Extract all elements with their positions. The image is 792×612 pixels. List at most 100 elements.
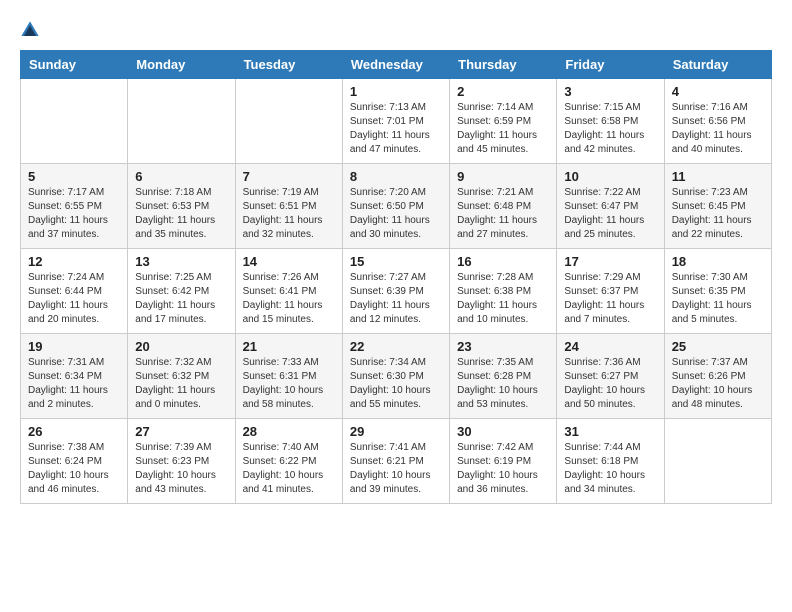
day-info: Sunrise: 7:15 AM Sunset: 6:58 PM Dayligh… — [564, 101, 656, 157]
day-info: Sunrise: 7:18 AM Sunset: 6:53 PM Dayligh… — [135, 186, 227, 242]
calendar-cell: 28 Sunrise: 7:40 AM Sunset: 6:22 PM Dayli… — [235, 419, 342, 504]
calendar-cell: 1 Sunrise: 7:13 AM Sunset: 7:01 PM Daylig… — [342, 79, 449, 164]
calendar-cell: 16 Sunrise: 7:28 AM Sunset: 6:38 PM Dayli… — [450, 249, 557, 334]
day-info: Sunrise: 7:28 AM Sunset: 6:38 PM Dayligh… — [457, 271, 549, 327]
day-info: Sunrise: 7:17 AM Sunset: 6:55 PM Dayligh… — [28, 186, 120, 242]
day-info: Sunrise: 7:26 AM Sunset: 6:41 PM Dayligh… — [243, 271, 335, 327]
day-info: Sunrise: 7:27 AM Sunset: 6:39 PM Dayligh… — [350, 271, 442, 327]
logo-icon — [20, 20, 40, 40]
day-number: 8 — [350, 169, 442, 184]
day-number: 22 — [350, 339, 442, 354]
calendar-table: SundayMondayTuesdayWednesdayThursdayFrid… — [20, 50, 772, 504]
calendar-cell: 7 Sunrise: 7:19 AM Sunset: 6:51 PM Daylig… — [235, 164, 342, 249]
day-info: Sunrise: 7:31 AM Sunset: 6:34 PM Dayligh… — [28, 356, 120, 412]
calendar-cell: 23 Sunrise: 7:35 AM Sunset: 6:28 PM Dayli… — [450, 334, 557, 419]
calendar-cell — [664, 419, 771, 504]
day-number: 14 — [243, 254, 335, 269]
day-number: 6 — [135, 169, 227, 184]
calendar-cell: 26 Sunrise: 7:38 AM Sunset: 6:24 PM Dayli… — [21, 419, 128, 504]
day-info: Sunrise: 7:25 AM Sunset: 6:42 PM Dayligh… — [135, 271, 227, 327]
calendar-cell: 25 Sunrise: 7:37 AM Sunset: 6:26 PM Dayli… — [664, 334, 771, 419]
calendar-cell: 4Sunrise: 7:16 AM Sunset: 6:56 PM Daylig… — [664, 79, 771, 164]
day-number: 9 — [457, 169, 549, 184]
day-info: Sunrise: 7:20 AM Sunset: 6:50 PM Dayligh… — [350, 186, 442, 242]
calendar-week-row: 1 Sunrise: 7:13 AM Sunset: 7:01 PM Daylig… — [21, 79, 772, 164]
calendar-cell: 22 Sunrise: 7:34 AM Sunset: 6:30 PM Dayli… — [342, 334, 449, 419]
calendar-cell — [21, 79, 128, 164]
calendar-cell: 12Sunrise: 7:24 AM Sunset: 6:44 PM Dayli… — [21, 249, 128, 334]
day-number: 17 — [564, 254, 656, 269]
day-number: 11 — [672, 169, 764, 184]
day-info: Sunrise: 7:32 AM Sunset: 6:32 PM Dayligh… — [135, 356, 227, 412]
day-number: 28 — [243, 424, 335, 439]
day-info: Sunrise: 7:14 AM Sunset: 6:59 PM Dayligh… — [457, 101, 549, 157]
day-info: Sunrise: 7:36 AM Sunset: 6:27 PM Dayligh… — [564, 356, 656, 412]
day-info: Sunrise: 7:24 AM Sunset: 6:44 PM Dayligh… — [28, 271, 120, 327]
calendar-cell: 19 Sunrise: 7:31 AM Sunset: 6:34 PM Dayli… — [21, 334, 128, 419]
day-header-monday: Monday — [128, 51, 235, 79]
calendar-week-row: 12Sunrise: 7:24 AM Sunset: 6:44 PM Dayli… — [21, 249, 772, 334]
calendar-cell: 11Sunrise: 7:23 AM Sunset: 6:45 PM Dayli… — [664, 164, 771, 249]
calendar-cell: 15 Sunrise: 7:27 AM Sunset: 6:39 PM Dayli… — [342, 249, 449, 334]
day-number: 7 — [243, 169, 335, 184]
calendar-cell: 31 Sunrise: 7:44 AM Sunset: 6:18 PM Dayli… — [557, 419, 664, 504]
calendar-cell: 3 Sunrise: 7:15 AM Sunset: 6:58 PM Daylig… — [557, 79, 664, 164]
day-info: Sunrise: 7:13 AM Sunset: 7:01 PM Dayligh… — [350, 101, 442, 157]
day-number: 4 — [672, 84, 764, 99]
day-number: 15 — [350, 254, 442, 269]
day-info: Sunrise: 7:39 AM Sunset: 6:23 PM Dayligh… — [135, 441, 227, 497]
day-number: 3 — [564, 84, 656, 99]
day-number: 24 — [564, 339, 656, 354]
logo — [20, 20, 44, 40]
day-header-friday: Friday — [557, 51, 664, 79]
calendar-cell — [128, 79, 235, 164]
day-number: 29 — [350, 424, 442, 439]
day-info: Sunrise: 7:37 AM Sunset: 6:26 PM Dayligh… — [672, 356, 764, 412]
calendar-cell: 24 Sunrise: 7:36 AM Sunset: 6:27 PM Dayli… — [557, 334, 664, 419]
day-number: 10 — [564, 169, 656, 184]
calendar-cell: 6 Sunrise: 7:18 AM Sunset: 6:53 PM Daylig… — [128, 164, 235, 249]
day-info: Sunrise: 7:38 AM Sunset: 6:24 PM Dayligh… — [28, 441, 120, 497]
calendar-cell: 29 Sunrise: 7:41 AM Sunset: 6:21 PM Dayli… — [342, 419, 449, 504]
day-header-saturday: Saturday — [664, 51, 771, 79]
calendar-cell: 30Sunrise: 7:42 AM Sunset: 6:19 PM Dayli… — [450, 419, 557, 504]
day-info: Sunrise: 7:44 AM Sunset: 6:18 PM Dayligh… — [564, 441, 656, 497]
calendar-cell: 17Sunrise: 7:29 AM Sunset: 6:37 PM Dayli… — [557, 249, 664, 334]
day-number: 18 — [672, 254, 764, 269]
calendar-cell: 2 Sunrise: 7:14 AM Sunset: 6:59 PM Daylig… — [450, 79, 557, 164]
day-number: 25 — [672, 339, 764, 354]
day-number: 19 — [28, 339, 120, 354]
day-header-sunday: Sunday — [21, 51, 128, 79]
day-number: 1 — [350, 84, 442, 99]
day-number: 23 — [457, 339, 549, 354]
calendar-cell: 14 Sunrise: 7:26 AM Sunset: 6:41 PM Dayli… — [235, 249, 342, 334]
day-info: Sunrise: 7:33 AM Sunset: 6:31 PM Dayligh… — [243, 356, 335, 412]
calendar-cell: 9Sunrise: 7:21 AM Sunset: 6:48 PM Daylig… — [450, 164, 557, 249]
day-number: 16 — [457, 254, 549, 269]
day-number: 26 — [28, 424, 120, 439]
day-number: 20 — [135, 339, 227, 354]
day-info: Sunrise: 7:19 AM Sunset: 6:51 PM Dayligh… — [243, 186, 335, 242]
calendar-cell: 27 Sunrise: 7:39 AM Sunset: 6:23 PM Dayli… — [128, 419, 235, 504]
calendar-cell: 8 Sunrise: 7:20 AM Sunset: 6:50 PM Daylig… — [342, 164, 449, 249]
day-info: Sunrise: 7:41 AM Sunset: 6:21 PM Dayligh… — [350, 441, 442, 497]
page-header — [20, 20, 772, 40]
day-header-tuesday: Tuesday — [235, 51, 342, 79]
day-info: Sunrise: 7:30 AM Sunset: 6:35 PM Dayligh… — [672, 271, 764, 327]
day-number: 31 — [564, 424, 656, 439]
calendar-week-row: 26 Sunrise: 7:38 AM Sunset: 6:24 PM Dayli… — [21, 419, 772, 504]
day-info: Sunrise: 7:35 AM Sunset: 6:28 PM Dayligh… — [457, 356, 549, 412]
calendar-cell: 18 Sunrise: 7:30 AM Sunset: 6:35 PM Dayli… — [664, 249, 771, 334]
day-header-wednesday: Wednesday — [342, 51, 449, 79]
day-number: 5 — [28, 169, 120, 184]
day-number: 27 — [135, 424, 227, 439]
day-info: Sunrise: 7:22 AM Sunset: 6:47 PM Dayligh… — [564, 186, 656, 242]
calendar-cell: 13Sunrise: 7:25 AM Sunset: 6:42 PM Dayli… — [128, 249, 235, 334]
calendar-cell — [235, 79, 342, 164]
day-number: 2 — [457, 84, 549, 99]
day-info: Sunrise: 7:34 AM Sunset: 6:30 PM Dayligh… — [350, 356, 442, 412]
day-header-thursday: Thursday — [450, 51, 557, 79]
day-info: Sunrise: 7:40 AM Sunset: 6:22 PM Dayligh… — [243, 441, 335, 497]
calendar-header-row: SundayMondayTuesdayWednesdayThursdayFrid… — [21, 51, 772, 79]
calendar-cell: 5 Sunrise: 7:17 AM Sunset: 6:55 PM Daylig… — [21, 164, 128, 249]
